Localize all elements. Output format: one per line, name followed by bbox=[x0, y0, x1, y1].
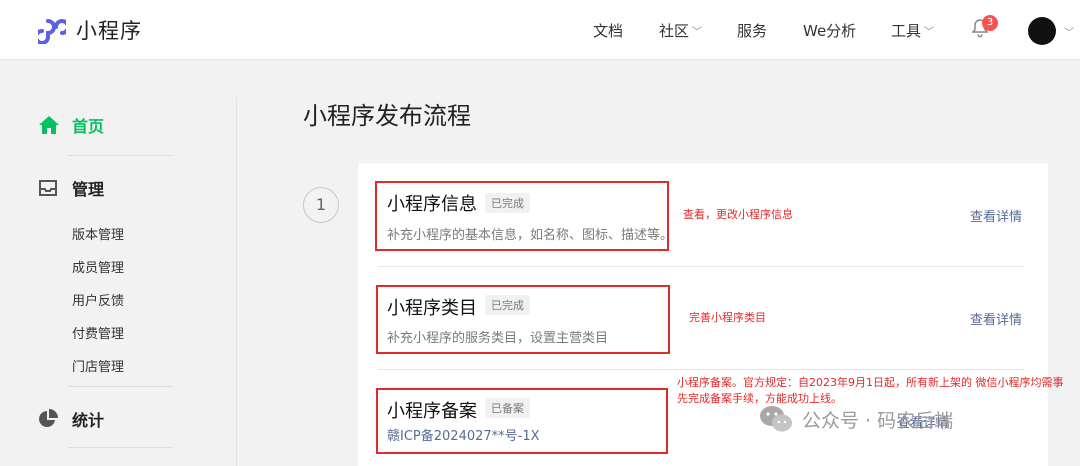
sidebar-subitem-members[interactable]: 成员管理 bbox=[72, 257, 124, 276]
item-title: 小程序信息 bbox=[387, 194, 477, 215]
chevron-down-icon: ﹀ bbox=[924, 26, 935, 38]
avatar[interactable] bbox=[1028, 17, 1056, 45]
nav-analytics[interactable]: We分析 bbox=[803, 0, 856, 60]
nav-services[interactable]: 服务 bbox=[737, 0, 767, 60]
chevron-down-icon[interactable]: ﹀ bbox=[1064, 24, 1074, 39]
sidebar-subitem-stores[interactable]: 门店管理 bbox=[72, 356, 124, 375]
app-title: 小程序 bbox=[76, 19, 142, 43]
annotation-note: 小程序备案。官方规定：自2023年9月1日起，所有新上架的 微信小程序均需事先完… bbox=[677, 376, 1064, 405]
divider bbox=[68, 386, 173, 387]
chevron-down-icon: ﹀ bbox=[692, 26, 703, 38]
top-navbar: 小程序 文档 社区 ﹀ 服务 We分析 工具 ﹀ 3 ﹀ bbox=[0, 0, 1080, 60]
nav-services-label: 服务 bbox=[737, 21, 768, 40]
step-number: 1 bbox=[303, 187, 339, 223]
nav-analytics-label: We分析 bbox=[803, 21, 857, 40]
watermark-text: 公众号 · 码农后端 bbox=[802, 409, 954, 432]
sidebar-item-label: 统计 bbox=[72, 411, 105, 430]
sidebar-subitem-feedback[interactable]: 用户反馈 bbox=[72, 290, 124, 309]
wechat-icon bbox=[760, 406, 792, 432]
miniprogram-logo-icon bbox=[38, 19, 66, 44]
item-description: 补充小程序的基本信息，如名称、图标、描述等。 bbox=[387, 228, 674, 243]
item-description: 补充小程序的服务类目，设置主营类目 bbox=[387, 331, 609, 346]
watermark: 公众号 · 码农后端 bbox=[758, 404, 953, 434]
annotation-note: 完善小程序类目 bbox=[689, 311, 766, 324]
divider bbox=[68, 447, 173, 448]
divider bbox=[68, 155, 173, 156]
app-logo[interactable]: 小程序 bbox=[38, 15, 142, 45]
pie-chart-icon bbox=[39, 409, 58, 427]
sidebar-item-manage[interactable]: 管理 bbox=[38, 176, 104, 200]
item-title: 小程序备案 bbox=[387, 401, 477, 422]
sidebar-subitem-version[interactable]: 版本管理 bbox=[72, 224, 124, 243]
page-title: 小程序发布流程 bbox=[303, 102, 471, 130]
view-details-link[interactable]: 查看详情 bbox=[970, 309, 1022, 328]
item-title: 小程序类目 bbox=[387, 298, 477, 319]
sidebar-subitem-payment[interactable]: 付费管理 bbox=[72, 323, 124, 342]
sidebar-item-stats[interactable]: 统计 bbox=[38, 407, 104, 431]
annotation-note: 查看，更改小程序信息 bbox=[683, 208, 793, 221]
inbox-icon bbox=[39, 180, 57, 196]
notification-badge: 3 bbox=[982, 15, 998, 31]
nav-docs[interactable]: 文档 bbox=[593, 0, 623, 60]
status-badge: 已备案 bbox=[485, 398, 530, 418]
nav-community[interactable]: 社区 ﹀ bbox=[659, 0, 702, 60]
divider bbox=[378, 266, 1024, 267]
status-badge: 已完成 bbox=[485, 295, 530, 315]
sidebar-item-label: 管理 bbox=[72, 180, 105, 199]
home-icon bbox=[39, 116, 59, 134]
nav-docs-label: 文档 bbox=[593, 21, 624, 40]
nav-tools[interactable]: 工具 ﹀ bbox=[891, 0, 934, 60]
icp-record-number[interactable]: 赣ICP备2024027**号-1X bbox=[387, 425, 540, 444]
nav-community-label: 社区 bbox=[659, 21, 690, 40]
sidebar-item-home[interactable]: 首页 bbox=[38, 113, 104, 137]
nav-tools-label: 工具 bbox=[891, 21, 922, 40]
divider bbox=[236, 97, 237, 466]
status-badge: 已完成 bbox=[485, 193, 530, 213]
sidebar: 首页 管理 版本管理 成员管理 用户反馈 付费管理 门店管理 统计 bbox=[0, 60, 236, 466]
divider bbox=[378, 369, 1024, 370]
sidebar-item-label: 首页 bbox=[72, 117, 105, 136]
view-details-link[interactable]: 查看详情 bbox=[970, 206, 1022, 225]
